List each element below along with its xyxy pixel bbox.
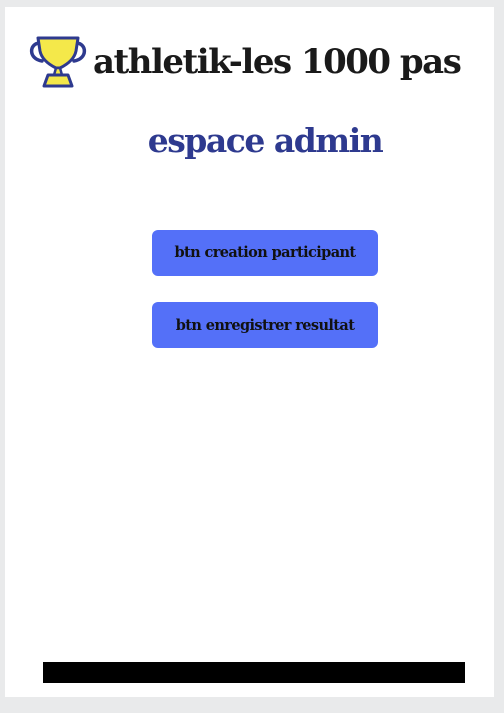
record-result-button[interactable]: btn enregistrer resultat xyxy=(152,302,378,348)
create-participant-button[interactable]: btn creation participant xyxy=(152,230,378,276)
header: athletik-les 1000 pas xyxy=(5,35,494,95)
app-title: athletik-les 1000 pas xyxy=(93,42,462,82)
page-subtitle: espace admin xyxy=(147,121,384,160)
trophy-icon xyxy=(26,35,90,89)
page-container: athletik-les 1000 pas espace admin btn c… xyxy=(5,7,494,697)
footer-bar xyxy=(43,662,465,683)
